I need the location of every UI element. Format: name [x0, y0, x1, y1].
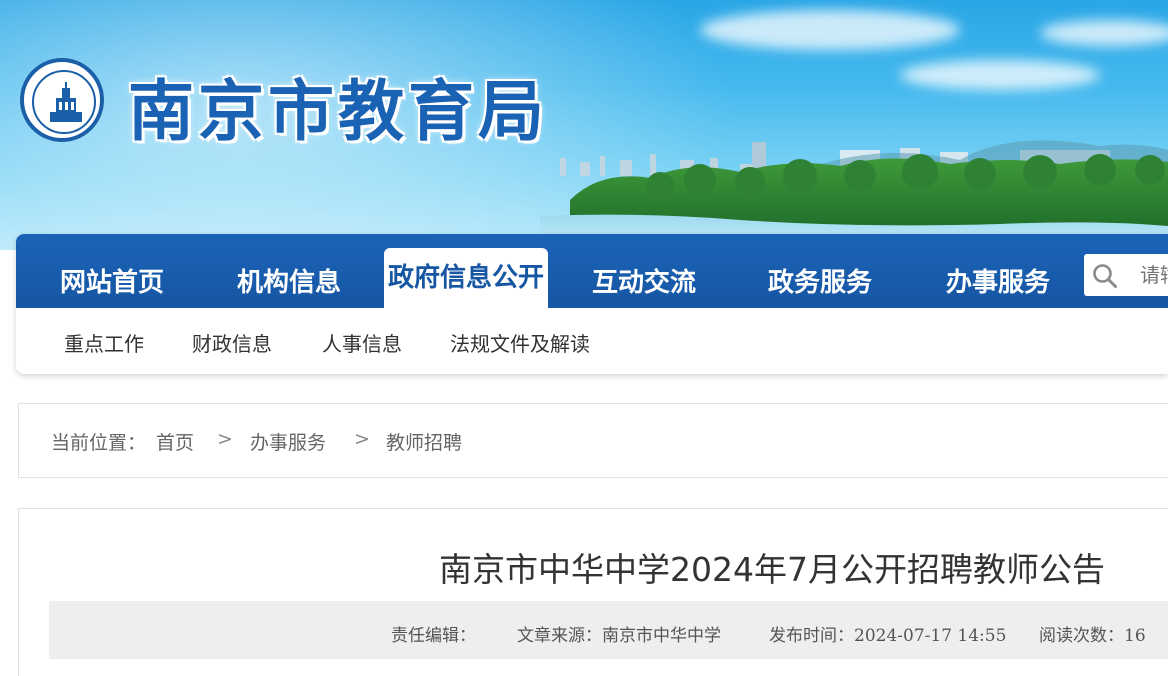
nav-item-gov-info-disclosure[interactable]: 政府信息公开 — [384, 248, 548, 308]
sub-nav-item-key-work[interactable]: 重点工作 — [64, 328, 144, 357]
sub-nav-item-regulations[interactable]: 法规文件及解读 — [450, 328, 590, 357]
meta-publish-time: 发布时间：2024-07-17 14:55 — [769, 626, 1007, 646]
building-emblem-icon — [50, 82, 82, 122]
cloud — [700, 10, 960, 50]
search-box[interactable] — [1084, 254, 1168, 296]
meta-view-count: 阅读次数：16 — [1039, 626, 1146, 646]
nav-item-affairs-services[interactable]: 办事服务 — [942, 262, 1054, 308]
cloud — [900, 60, 1100, 90]
chevron-right-icon: > — [217, 428, 233, 450]
city-skyline-scenery — [540, 140, 1168, 250]
header-banner: 南京市教育局 — [0, 0, 1168, 250]
breadcrumb-prefix: 当前位置： — [51, 432, 147, 454]
search-icon[interactable] — [1092, 263, 1118, 289]
cloud — [1040, 20, 1168, 46]
article-meta-bar: 责任编辑： 文章来源：南京市中华中学 发布时间：2024-07-17 14:55… — [49, 601, 1168, 659]
navigation-panel: 网站首页 机构信息 政府信息公开 互动交流 政务服务 办事服务 重点工作 财政信… — [16, 234, 1168, 374]
main-nav: 网站首页 机构信息 政府信息公开 互动交流 政务服务 办事服务 — [16, 234, 1168, 308]
sub-nav-item-finance-info[interactable]: 财政信息 — [192, 328, 272, 357]
breadcrumb: 当前位置： 首页 > 办事服务 > 教师招聘 — [18, 403, 1168, 478]
breadcrumb-current-teacher-recruitment[interactable]: 教师招聘 — [386, 428, 462, 455]
sub-nav-item-personnel-info[interactable]: 人事信息 — [322, 328, 402, 357]
article-panel: 南京市中华中学2024年7月公开招聘教师公告 责任编辑： 文章来源：南京市中华中… — [18, 508, 1168, 676]
nav-item-organization[interactable]: 机构信息 — [233, 262, 345, 308]
meta-editor-label: 责任编辑： — [391, 626, 476, 646]
site-title: 南京市教育局 — [128, 72, 548, 150]
bureau-logo[interactable] — [20, 58, 104, 142]
nav-item-gov-services[interactable]: 政务服务 — [764, 262, 876, 308]
sub-nav: 重点工作 财政信息 人事信息 法规文件及解读 — [16, 308, 1168, 374]
breadcrumb-link-home[interactable]: 首页 — [156, 428, 194, 455]
chevron-right-icon: > — [354, 428, 370, 450]
nav-item-interaction[interactable]: 互动交流 — [588, 262, 700, 308]
article-title: 南京市中华中学2024年7月公开招聘教师公告 — [439, 550, 1105, 589]
meta-source: 文章来源：南京市中华中学 — [517, 626, 721, 646]
nav-item-home[interactable]: 网站首页 — [56, 262, 168, 308]
breadcrumb-link-affairs-services[interactable]: 办事服务 — [250, 428, 326, 455]
search-input[interactable] — [1140, 258, 1168, 292]
